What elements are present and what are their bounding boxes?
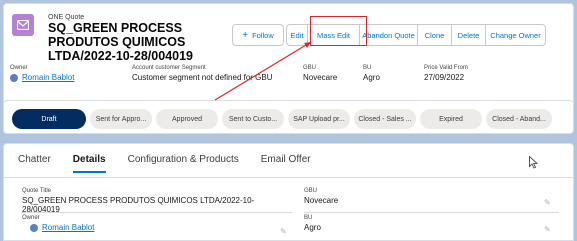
path-step-sap-upload[interactable]: SAP Upload pr... — [288, 109, 350, 129]
owner-detail-field: Owner Romain Bablot ✎ — [22, 215, 292, 236]
field-label: BU — [363, 65, 372, 71]
field-divider — [22, 212, 292, 213]
field-value: Agro — [304, 223, 321, 232]
price-valid-from-field: Price Valid From 27/09/2022 — [424, 65, 468, 82]
path-step-approved[interactable]: Approved — [156, 109, 218, 129]
clone-button[interactable]: Clone — [418, 24, 452, 46]
bu-field: BU Agro — [363, 65, 380, 82]
pencil-edit-icon[interactable]: ✎ — [280, 227, 287, 236]
customer-segment-field: Account customer Segment Customer segmen… — [132, 65, 273, 82]
highlight-fields: Owner Romain Bablot Account customer Seg… — [10, 65, 567, 89]
tab-configuration-products[interactable]: Configuration & Products — [128, 154, 239, 173]
change-owner-button[interactable]: Change Owner — [486, 24, 546, 46]
field-divider — [304, 212, 559, 213]
delete-button[interactable]: Delete — [452, 24, 486, 46]
field-label: Owner — [10, 65, 28, 71]
quote-object-icon — [12, 14, 34, 36]
field-label: Account customer Segment — [132, 65, 206, 71]
status-path: Draft Sent for Appro... Approved Sent to… — [3, 100, 574, 134]
gbu-field: GBU Novecare — [303, 65, 337, 82]
edit-button[interactable]: Edit — [286, 24, 308, 46]
follow-label: Follow — [252, 30, 274, 40]
salesforce-record-page: ONE Quote SQ_GREEN PROCESS PRODUTOS QUIM… — [0, 0, 577, 241]
mouse-cursor-icon — [529, 155, 539, 174]
object-label: ONE Quote — [48, 14, 85, 21]
field-label: GBU — [304, 188, 318, 194]
path-steps: Draft Sent for Appro... Approved Sent to… — [12, 109, 556, 129]
field-value: Customer segment not defined for GBU — [132, 73, 273, 82]
field-label: GBU — [303, 65, 317, 71]
user-icon — [10, 73, 18, 82]
bu-detail-field: BU Agro ✎ — [304, 215, 559, 234]
field-label: BU — [304, 215, 313, 221]
pencil-edit-icon[interactable]: ✎ — [544, 225, 551, 234]
tab-email-offer[interactable]: Email Offer — [261, 154, 311, 173]
owner-detail-link[interactable]: Romain Bablot — [30, 223, 292, 232]
field-label: Price Valid From — [424, 65, 468, 71]
tab-divider — [4, 177, 573, 178]
field-value: 27/09/2022 — [424, 73, 465, 82]
field-value: Novecare — [304, 196, 339, 205]
plus-icon: + — [242, 29, 249, 41]
field-value: Agro — [363, 73, 380, 82]
abandon-quote-button[interactable]: Abandon Quote — [360, 24, 418, 46]
path-step-sent-for-approval[interactable]: Sent for Appro... — [90, 109, 152, 129]
path-step-expired[interactable]: Expired — [420, 109, 482, 129]
pencil-edit-icon[interactable]: ✎ — [544, 198, 551, 207]
tab-bar: Chatter Details Configuration & Products… — [18, 154, 333, 173]
user-icon — [30, 223, 38, 232]
tab-details[interactable]: Details — [72, 154, 106, 173]
field-label: Owner — [22, 215, 40, 221]
path-step-closed-abandoned[interactable]: Closed - Aband... — [486, 109, 552, 129]
owner-field: Owner Romain Bablot — [10, 65, 74, 82]
tab-chatter[interactable]: Chatter — [18, 154, 51, 173]
quote-title-field: Quote Title SQ_GREEN PROCESS PRODUTOS QU… — [22, 188, 292, 214]
record-tabs-card: Chatter Details Configuration & Products… — [3, 143, 574, 241]
path-step-sent-to-customer[interactable]: Sent to Custo... — [222, 109, 284, 129]
owner-name: Romain Bablot — [22, 73, 75, 82]
field-value: Novecare — [303, 73, 338, 82]
path-step-closed-sales[interactable]: Closed - Sales ... — [354, 109, 416, 129]
mass-edit-highlight-box — [310, 16, 367, 46]
path-step-draft[interactable]: Draft — [12, 109, 86, 129]
follow-button[interactable]: + Follow — [232, 24, 284, 46]
field-label: Quote Title — [22, 188, 52, 194]
owner-name: Romain Bablot — [42, 223, 95, 232]
owner-link[interactable]: Romain Bablot — [10, 73, 74, 82]
record-title: SQ_GREEN PROCESS PRODUTOS QUIMICOS LTDA/… — [48, 21, 193, 63]
gbu-detail-field: GBU Novecare ✎ — [304, 188, 559, 213]
